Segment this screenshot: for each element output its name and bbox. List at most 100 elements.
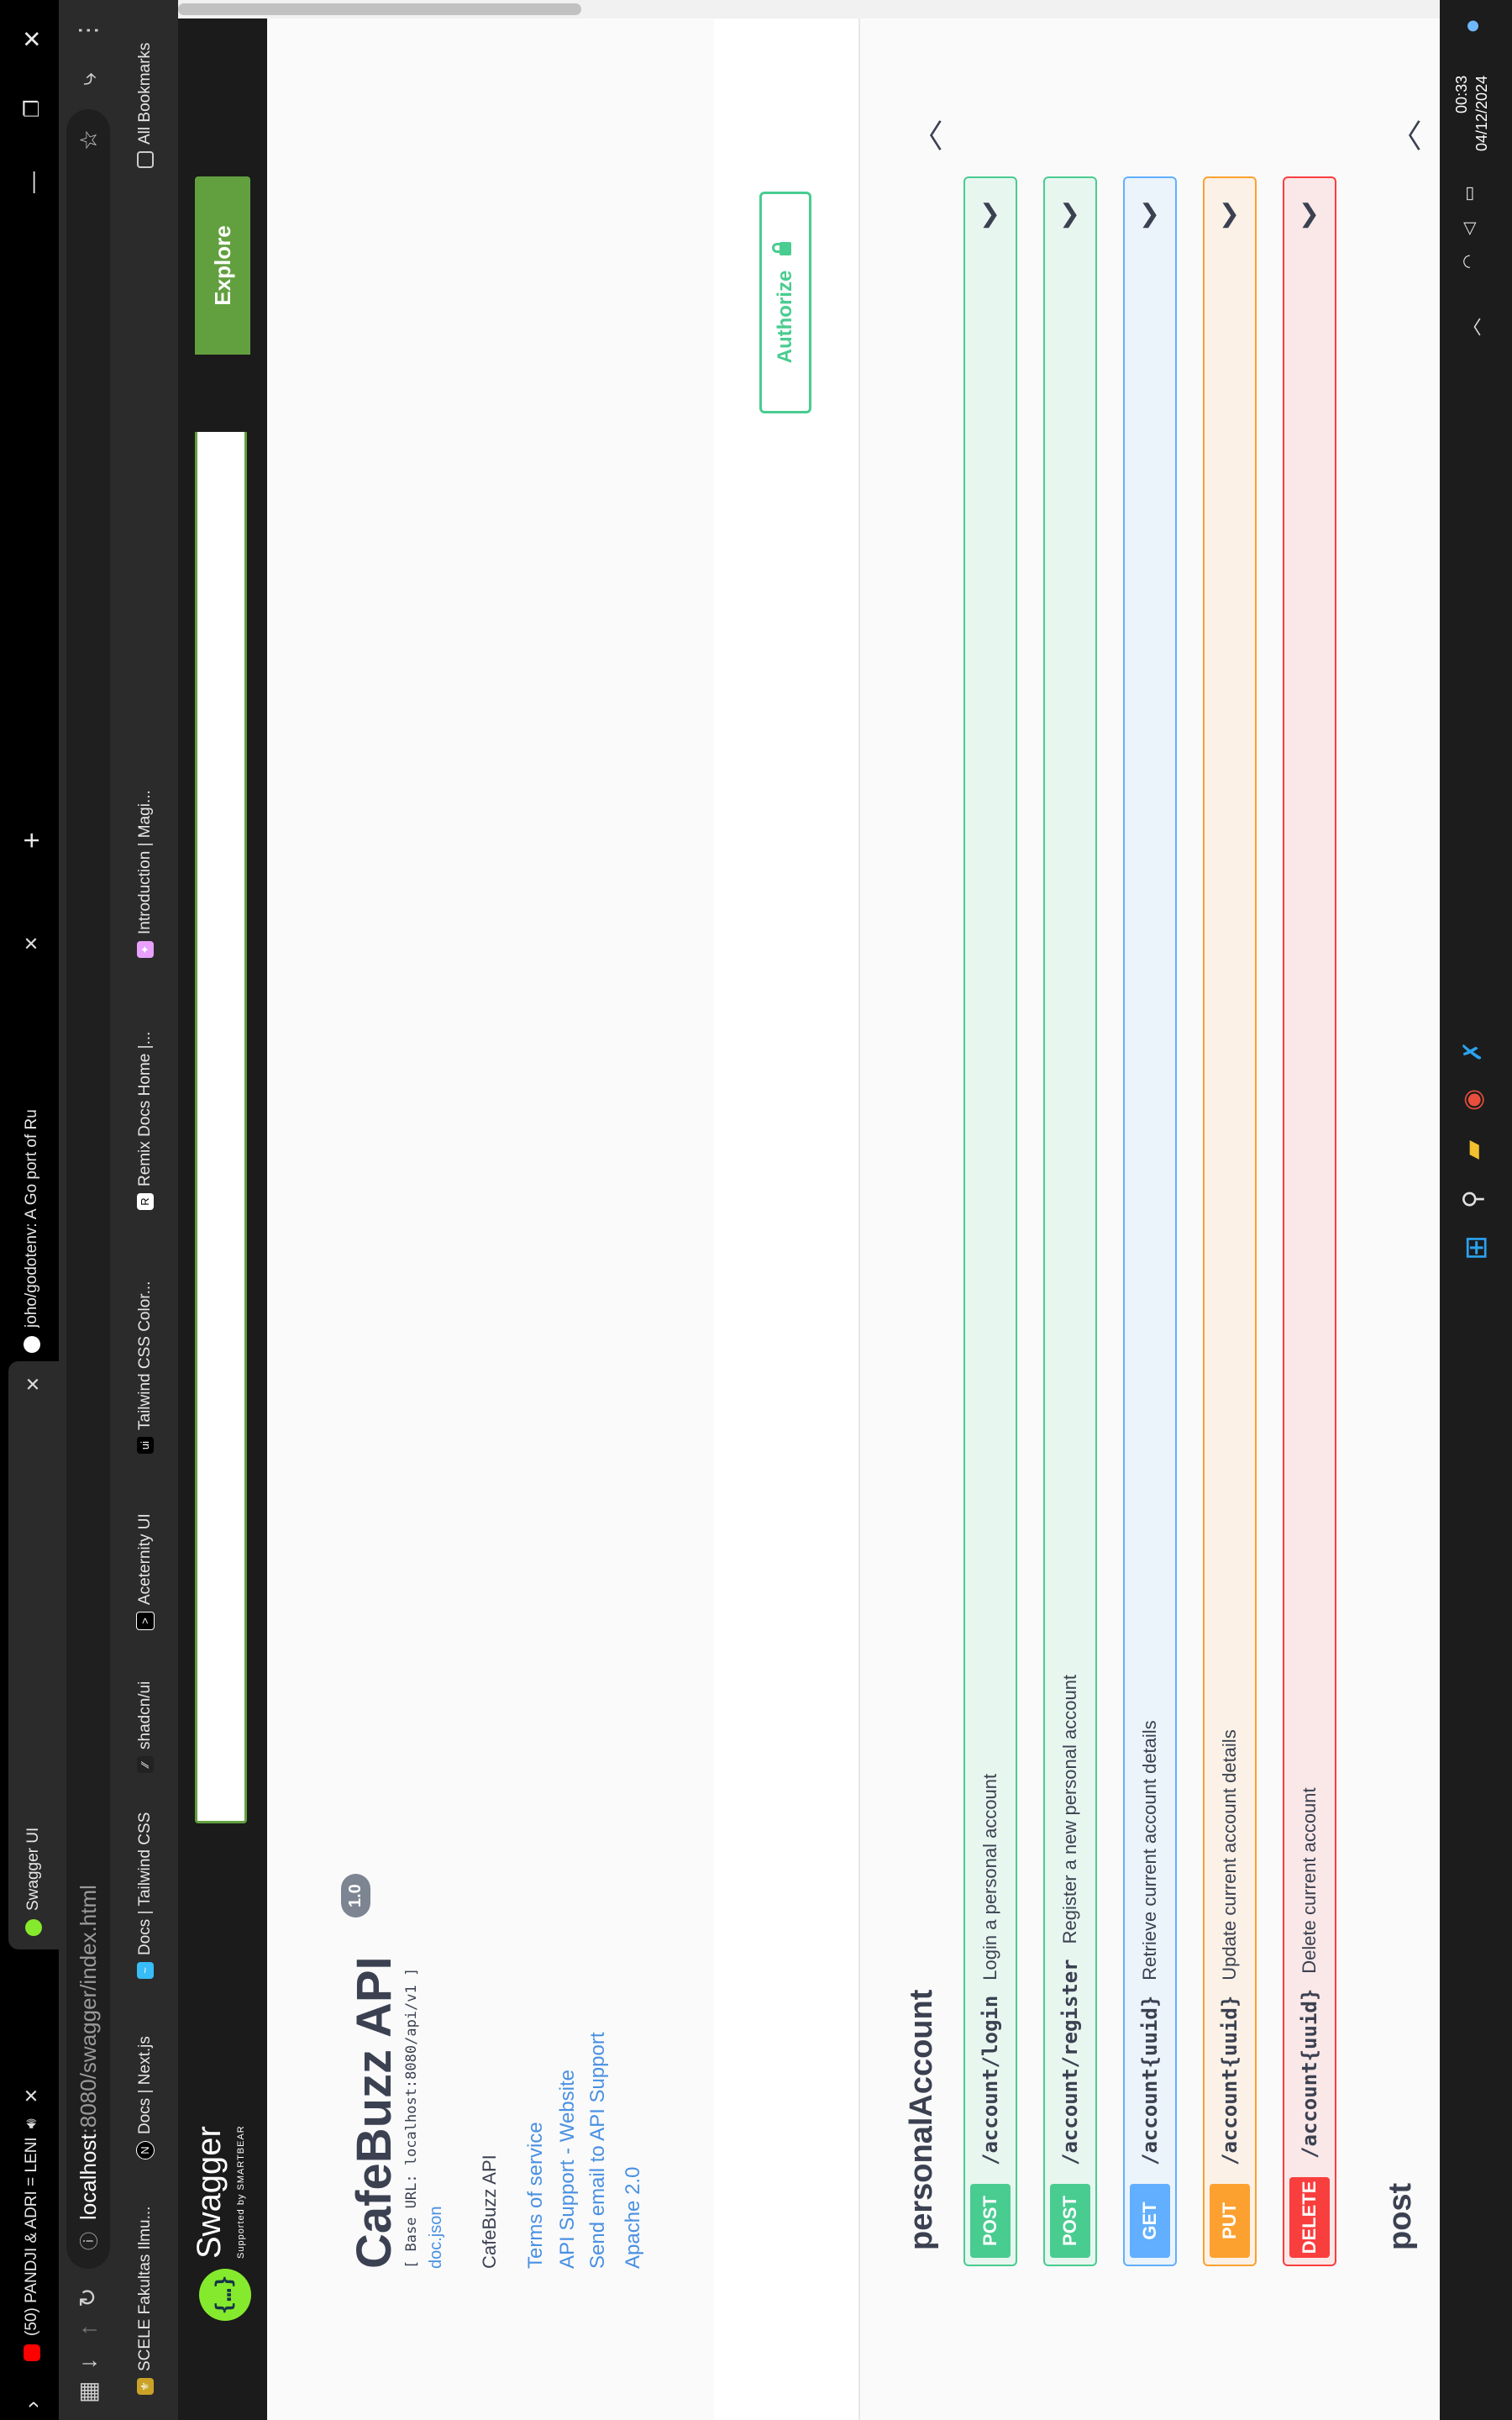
bookmark-item[interactable]: > Aceternity UI (136, 1513, 155, 1630)
operation-post-login[interactable]: POST /account/login Login a personal acc… (963, 176, 1017, 2266)
operation-post-register[interactable]: POST /account/register Register a new pe… (1043, 176, 1097, 2266)
bookmark-item[interactable]: ~ Docs | Tailwind CSS (136, 1812, 155, 1979)
method-badge: POST (970, 2184, 1011, 2258)
file-explorer-icon[interactable]: ▰ (1458, 1140, 1488, 1160)
tab-search-icon[interactable]: ▦ (74, 2381, 102, 2403)
shadcn-icon: ⁄⁄ (137, 1756, 154, 1773)
battery-icon[interactable]: ▭ (1458, 186, 1479, 202)
method-badge: POST (1050, 2184, 1090, 2258)
spec-url-input[interactable] (195, 432, 247, 1823)
operation-path: /account/register (1058, 1959, 1082, 2165)
menu-icon[interactable]: ⋮ (74, 18, 102, 42)
tag-title[interactable]: post (1383, 2183, 1419, 2250)
bookmark-item[interactable]: ⁄⁄ shadcn/ui (136, 1681, 155, 1773)
lock-icon (780, 241, 791, 255)
bookmark-item[interactable]: N Docs | Next.js (136, 2036, 155, 2160)
tab-swagger[interactable]: Swagger UI ✕ (8, 1361, 59, 1949)
support-email-link[interactable]: Send email to API Support (586, 2032, 610, 2269)
bookmark-item[interactable]: ✦ Introduction | Magi... (136, 790, 155, 958)
operation-path: /account{uuid} (1138, 1995, 1162, 2165)
operation-summary: Retrieve current account details (1139, 1720, 1160, 1981)
support-website-link[interactable]: API Support - Website (556, 2070, 580, 2269)
close-window-icon[interactable]: ✕ (12, 29, 52, 49)
new-tab-button[interactable]: + (12, 832, 52, 849)
chevron-up-icon[interactable]: ︿ (902, 119, 948, 151)
close-tab-icon[interactable]: ✕ (21, 2088, 43, 2103)
folder-icon (137, 151, 154, 168)
windows-start-icon[interactable]: ⊞ (1458, 1235, 1494, 1260)
bookmark-item[interactable]: ⚜ SCELE Fakultas Ilmu... (136, 2207, 155, 2395)
address-bar[interactable]: ⓘ localhost:8080/swagger/index.html ☆ (66, 109, 110, 2269)
tray-chevron-icon[interactable]: ︿ (1458, 318, 1485, 336)
operation-path: /account{uuid} (1298, 1988, 1321, 2159)
explore-button[interactable]: Explore (195, 176, 250, 355)
close-tab-icon[interactable]: ✕ (23, 1376, 45, 1392)
all-bookmarks[interactable]: All Bookmarks (136, 43, 155, 168)
search-icon[interactable]: ⚲ (1458, 1190, 1488, 1208)
authorize-button[interactable]: Authorize (759, 192, 811, 413)
magic-icon: ✦ (137, 941, 154, 958)
bookmark-label: Tailwind CSS Color... (136, 1281, 154, 1430)
downloads-icon[interactable]: ↓ (74, 2358, 102, 2370)
tab-strip: (50) PANDJI & ADRI = LENI 🔊︎ ✕ Swagger U… (0, 0, 59, 2420)
operation-get-account[interactable]: GET /account{uuid} Retrieve current acco… (1123, 176, 1177, 2266)
chrome-icon[interactable]: ◉ (1458, 1089, 1488, 1111)
url-host: localhost (75, 2133, 101, 2220)
operation-path: /account/login (979, 1995, 1002, 2165)
logo-subtext: Supported by SMARTBEAR (236, 2125, 246, 2259)
terms-link[interactable]: Terms of service (524, 2122, 548, 2269)
chevron-down-icon[interactable]: ❯ (1059, 199, 1080, 229)
tag-title[interactable]: personalAccount (904, 1990, 940, 2250)
bookmark-label: SCELE Fakultas Ilmu... (136, 2206, 154, 2371)
bookmark-label: Aceternity UI (136, 1513, 154, 1605)
forward-icon[interactable]: ↑ (74, 2324, 102, 2336)
chevron-down-icon[interactable]: ❯ (979, 199, 1000, 229)
bookmark-item[interactable]: ui Tailwind CSS Color... (136, 1281, 155, 1454)
operation-path: /account{uuid} (1218, 1995, 1242, 2165)
notification-icon[interactable]: ● (1458, 18, 1487, 34)
audio-icon: 🔊︎ (23, 2118, 40, 2129)
chevron-down-icon[interactable]: ❯ (1219, 199, 1240, 229)
operation-put-account[interactable]: PUT /account{uuid} Update current accoun… (1203, 176, 1257, 2266)
chevron-up-icon[interactable]: ︿ (1381, 119, 1427, 151)
bookmark-item[interactable]: R Remix Docs Home |... (136, 1032, 155, 1210)
wifi-icon[interactable]: ◠ (1458, 255, 1479, 269)
extensions-icon[interactable]: ⤷ (74, 72, 102, 86)
method-badge: GET (1130, 2184, 1170, 2258)
operation-delete-account[interactable]: DELETE /account{uuid} Delete current acc… (1283, 176, 1336, 2266)
vertical-scrollbar[interactable] (178, 0, 1440, 18)
github-icon (24, 1336, 40, 1353)
api-title: CafeBuzz API (347, 1956, 402, 2269)
tab-title: (50) PANDJI & ADRI = LENI (23, 2137, 40, 2336)
bookmark-star-icon[interactable]: ☆ (75, 129, 102, 150)
swagger-icon (25, 1919, 42, 1936)
bookmarks-bar: ⚜ SCELE Fakultas Ilmu... N Docs | Next.js … (118, 0, 178, 2420)
system-clock[interactable]: 00:33 04/12/2024 (1452, 76, 1492, 151)
chevron-down-icon[interactable]: ❯ (1139, 199, 1160, 229)
operation-summary: Update current account details (1219, 1729, 1240, 1981)
scrollbar-thumb[interactable] (178, 3, 581, 15)
bookmark-icon: ⚜ (137, 2378, 154, 2395)
operation-summary: Delete current account (1299, 1787, 1320, 1974)
bookmark-label: Docs | Next.js (136, 2036, 154, 2134)
close-tab-icon[interactable]: ✕ (21, 936, 43, 951)
chevron-down-icon[interactable]: ❯ (1299, 199, 1320, 229)
volume-icon[interactable]: ◁ (1458, 223, 1479, 235)
clock-date: 04/12/2024 (1473, 75, 1490, 151)
clock-time: 00:33 (1453, 75, 1470, 113)
operation-summary: Login a personal account (979, 1773, 1000, 1981)
tab-title: Swagger UI (24, 1827, 42, 1911)
minimize-icon[interactable]: — (12, 171, 52, 193)
tab-actions-icon[interactable]: › (12, 2401, 52, 2408)
tab-youtube[interactable]: (50) PANDJI & ADRI = LENI 🔊︎ ✕ (12, 2088, 52, 2361)
reload-icon[interactable]: ↻ (74, 2288, 102, 2307)
screen: (50) PANDJI & ADRI = LENI 🔊︎ ✕ Swagger U… (0, 0, 1512, 2420)
doc-json-link[interactable]: doc.json (427, 2207, 446, 2270)
site-info-icon[interactable]: ⓘ (75, 2232, 102, 2250)
license-link[interactable]: Apache 2.0 (622, 2167, 645, 2269)
tab-github[interactable]: joho/godotenv: A Go port of Ru ✕ (12, 882, 52, 1353)
vscode-icon[interactable]: ✗ (1458, 1041, 1488, 1062)
restore-icon[interactable]: ❐ (12, 99, 52, 118)
browser-toolbar: ▦ ↓ ↑ ↻ ⓘ localhost:8080/swagger/index.h… (59, 0, 118, 2420)
swagger-logo[interactable]: {…} Swagger Supported by SMARTBEAR (191, 2125, 257, 2321)
